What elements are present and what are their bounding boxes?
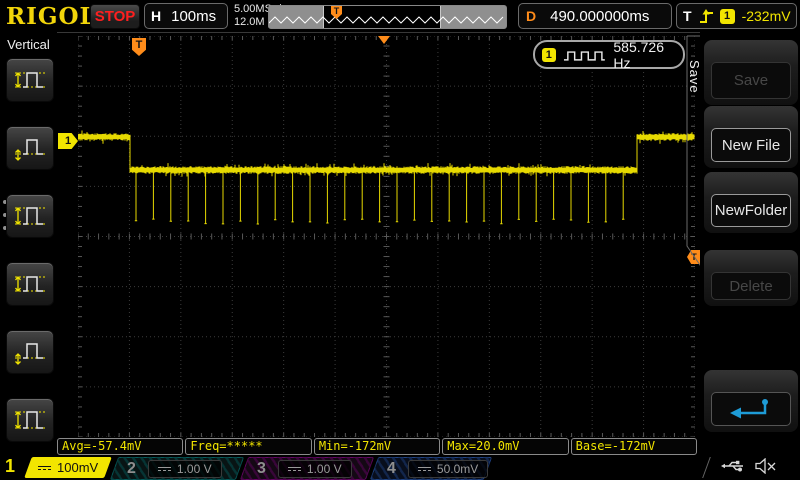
square-wave-icon <box>563 50 605 61</box>
waveform-overview-strip: T <box>268 5 507 29</box>
vbase-button[interactable] <box>6 330 54 374</box>
channel2-scale: 1.00 V <box>176 461 212 476</box>
soft-menu: Save New File NewFolder Delete <box>700 32 800 456</box>
new-folder-button[interactable]: NewFolder <box>711 194 791 227</box>
menu-slot: Delete <box>704 250 798 306</box>
trigger-position-icon[interactable] <box>378 36 390 44</box>
measure-min: Min=-172mV <box>313 438 441 455</box>
d-label: D <box>526 8 537 24</box>
save-button[interactable]: Save <box>711 62 791 99</box>
return-arrow-icon <box>730 399 768 419</box>
menu-slot: New File <box>704 106 798 168</box>
channel4-number: 4 <box>387 459 396 477</box>
trigger-box: T 1 -232mV <box>676 3 797 29</box>
freq-source-badge: 1 <box>542 47 556 62</box>
channel1-scale: 100mV <box>57 460 99 475</box>
vtop-icon <box>15 275 45 293</box>
measurement-bar: Avg=-57.4mV Freq=***** Min=-172mV Max=20… <box>57 438 698 455</box>
channel2-number: 2 <box>127 459 136 477</box>
vamp-icon <box>15 410 45 430</box>
measure-menu: Vertical Vmax Vmin Vpp <box>0 32 57 480</box>
vmin-icon <box>15 139 45 161</box>
measure-max: Max=20.0mV <box>442 438 569 455</box>
speaker-muted-icon <box>755 458 776 474</box>
channel3-number: 3 <box>257 459 266 477</box>
measure-base: Base=-172mV <box>570 438 698 455</box>
trigger-source-badge: 1 <box>719 8 735 24</box>
measure-menu-title: Vertical <box>7 37 50 52</box>
trigger-level-value: -232mV <box>741 8 791 24</box>
dc-coupling-icon <box>287 466 301 471</box>
t-label: T <box>683 8 692 24</box>
channel-status-bar: 1 100mV 2 1.00 V 3 1.00 V 4 50.0mV <box>0 456 800 480</box>
h-label: H <box>151 8 162 24</box>
channel3-scale-tab[interactable]: 3 1.00 V <box>239 457 375 480</box>
vmin-button[interactable] <box>6 126 54 170</box>
vamp-button[interactable] <box>6 398 54 442</box>
rigol-logo: RIGOL <box>6 3 97 30</box>
dc-coupling-icon <box>38 465 51 470</box>
overview-waveform <box>269 16 504 24</box>
measure-freq: Freq=***** <box>185 438 312 455</box>
vmax-icon <box>15 71 45 89</box>
timebase-value: 100ms <box>171 7 217 25</box>
delay-value: 490.000000ms <box>550 7 650 25</box>
return-button[interactable] <box>711 392 791 426</box>
run-state-badge: STOP <box>90 4 140 29</box>
menu-slot: Save <box>704 40 798 105</box>
channel1-number[interactable]: 1 <box>5 456 15 477</box>
channel2-scale-tab[interactable]: 2 1.00 V <box>109 457 245 480</box>
vpp-button[interactable] <box>6 194 54 238</box>
channel4-scale: 50.0mV <box>436 461 479 476</box>
menu-slot <box>704 370 798 432</box>
vtop-button[interactable] <box>6 262 54 306</box>
menu-slot: NewFolder <box>704 172 798 233</box>
horizontal-timebase-box: H 100ms <box>144 3 228 29</box>
vmax-button[interactable] <box>6 58 54 102</box>
oscilloscope-screen: RIGOL STOP H 100ms 5.00MSa/s 12.0M pts T… <box>0 0 800 480</box>
delay-box: D 490.000000ms <box>518 3 672 29</box>
channel4-scale-tab[interactable]: 4 50.0mV <box>369 457 493 480</box>
channel1-scale-tab[interactable]: 100mV <box>24 457 112 478</box>
bottombar-divider <box>702 457 711 478</box>
dc-coupling-icon <box>417 466 431 471</box>
graticule <box>78 36 695 437</box>
channel3-scale: 1.00 V <box>306 461 342 476</box>
delete-button[interactable]: Delete <box>711 272 791 300</box>
rising-edge-icon <box>699 8 713 23</box>
frequency-counter-badge: 1 585.726 Hz <box>533 38 685 71</box>
channel1-offset-marker[interactable]: 1 <box>58 133 78 149</box>
new-file-button[interactable]: New File <box>711 128 791 162</box>
top-status-bar: RIGOL STOP H 100ms 5.00MSa/s 12.0M pts T… <box>0 0 800 33</box>
dc-coupling-icon <box>157 466 171 471</box>
usb-icon <box>721 460 743 472</box>
vpp-icon <box>15 206 45 226</box>
measure-avg: Avg=-57.4mV <box>57 438 184 455</box>
frequency-value: 585.726 Hz <box>613 38 664 71</box>
vbase-icon <box>15 343 45 365</box>
